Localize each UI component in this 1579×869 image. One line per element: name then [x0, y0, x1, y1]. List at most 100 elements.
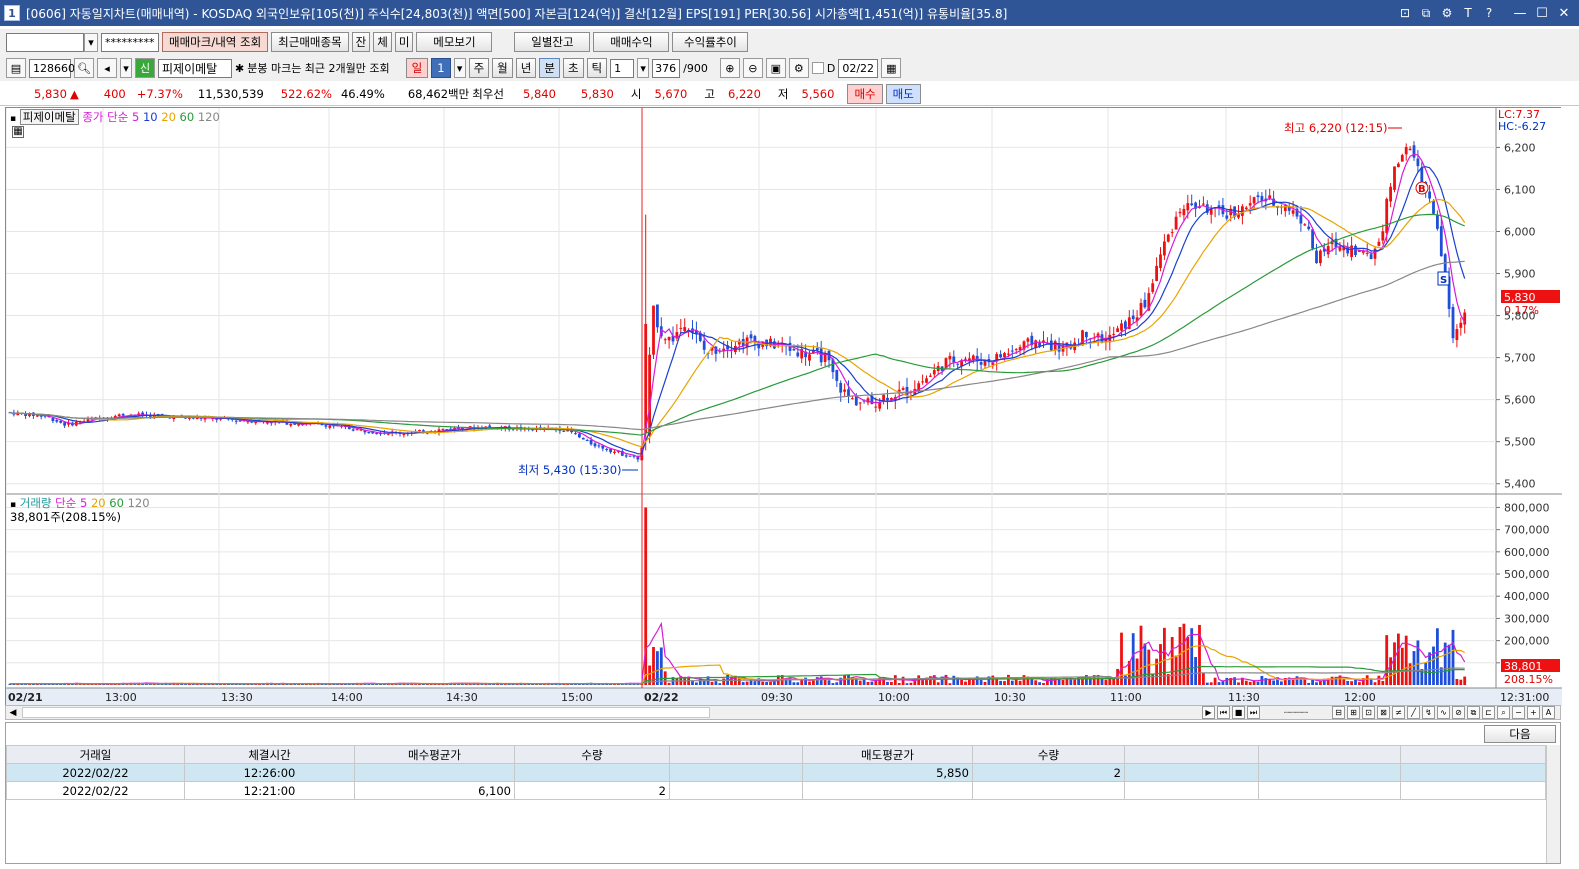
table-row[interactable]: 2022/02/22 12:26:00 5,850 2: [6, 763, 1546, 782]
execution-button[interactable]: 체: [373, 32, 392, 52]
ma5-line: [9, 153, 1466, 458]
interval-input[interactable]: 1: [610, 58, 635, 78]
count-input[interactable]: 376: [652, 58, 681, 78]
tool-f-icon[interactable]: ╱: [1407, 706, 1420, 719]
tool-e-icon[interactable]: ≠: [1392, 706, 1405, 719]
link-icon[interactable]: ⊡: [1397, 5, 1413, 21]
zoom-in-tool-icon[interactable]: ⊕: [719, 58, 740, 78]
volume-bar: [238, 684, 242, 685]
price-candle: [964, 358, 967, 360]
volume-bar: [952, 675, 956, 685]
volume-bar: [375, 684, 378, 685]
volume-tick-label: 300,000: [1504, 612, 1550, 625]
price-candle: [1439, 226, 1443, 257]
price-candle: [1385, 198, 1389, 233]
vol-ma20-line: [9, 645, 1465, 685]
price-candle: [683, 327, 687, 332]
account-dropdown-icon[interactable]: ▾: [84, 32, 98, 52]
calendar-icon[interactable]: ▦: [881, 58, 902, 78]
zoom-out-tool-icon[interactable]: ⊖: [742, 58, 763, 78]
price-candle: [1319, 250, 1322, 264]
interval-dropdown-icon[interactable]: ▾: [637, 58, 650, 78]
password-input[interactable]: *********: [101, 32, 159, 52]
tool-b-icon[interactable]: ⊞: [1347, 706, 1360, 719]
period-day-button[interactable]: 일: [405, 58, 429, 78]
volume-bar: [593, 684, 597, 685]
volume-bar: [893, 675, 897, 685]
tool-c-icon[interactable]: ⊡: [1362, 706, 1375, 719]
tool-i-icon[interactable]: ⊘: [1452, 706, 1465, 719]
unfilled-button[interactable]: 미: [394, 32, 414, 52]
font-icon[interactable]: T: [1460, 5, 1476, 21]
last-pct-label: 0.17%: [1504, 304, 1539, 317]
table-scrollbar[interactable]: [1546, 745, 1560, 863]
cell-buy-avg: [354, 763, 515, 782]
price-candle: [1166, 234, 1170, 242]
daily-balance-button[interactable]: 일별잔고: [514, 32, 591, 52]
period-second-button[interactable]: 초: [562, 58, 584, 78]
zoom-minus-icon[interactable]: −: [1512, 706, 1525, 719]
period-year-button[interactable]: 년: [515, 58, 537, 78]
speaker-icon[interactable]: ◂: [97, 58, 117, 78]
copy-window-icon[interactable]: ⧉: [1418, 5, 1434, 21]
chart-scrollbar[interactable]: ◀ ▶ ⏮ ■ ⏭ ┈┈┈┈┈ ⊟ ⊞ ⊡ ⊠ ≠ ╱ ↯ ∿ ⊘ ⧉ ⊏ ⌕ …: [5, 705, 1561, 720]
low-annotation: 최저 5,430 (15:30): [518, 463, 622, 477]
close-icon[interactable]: ✕: [1555, 4, 1573, 22]
period-minute-button[interactable]: 분: [539, 58, 560, 78]
volume-bar: [1412, 651, 1416, 685]
recent-trades-button[interactable]: 최근매매종목: [271, 32, 349, 52]
grid-icon[interactable]: ▦: [12, 126, 24, 138]
tool-k-icon[interactable]: ⊏: [1482, 706, 1495, 719]
account-input[interactable]: [6, 32, 84, 52]
date-input[interactable]: 02/22: [838, 58, 879, 78]
minimize-icon[interactable]: —: [1511, 4, 1529, 22]
trade-mark-button[interactable]: 매매마크/내역 조회: [162, 32, 269, 52]
price-candle: [609, 449, 612, 453]
scroll-right-icon[interactable]: ▶: [1202, 706, 1215, 719]
volume-bar: [1159, 644, 1162, 685]
balance-button[interactable]: 잔: [351, 32, 371, 52]
fast-forward-icon[interactable]: ⏭: [1247, 706, 1260, 719]
scroll-thumb[interactable]: [22, 707, 710, 718]
buy-button[interactable]: 매수: [847, 83, 883, 104]
cell-date: 2022/02/22: [6, 781, 185, 800]
gear-icon[interactable]: ⚙: [788, 58, 809, 78]
period-dropdown-icon[interactable]: ▾: [453, 58, 466, 78]
date-checkbox[interactable]: [811, 62, 824, 74]
col-sell-qty: 수량: [972, 745, 1125, 764]
auto-scale-icon[interactable]: A: [1542, 706, 1555, 719]
layout-icon[interactable]: ▤: [6, 58, 26, 78]
period-tick-button[interactable]: 틱: [586, 58, 608, 78]
rewind-icon[interactable]: ⏮: [1217, 706, 1230, 719]
stock-dropdown-icon[interactable]: ▾: [120, 58, 132, 78]
scroll-left-icon[interactable]: ◀: [6, 706, 20, 719]
zoom-slider-icon[interactable]: ┈┈┈┈┈: [1262, 706, 1330, 719]
next-button[interactable]: 다음: [1484, 725, 1556, 743]
stock-name-field[interactable]: 피제이메탈: [158, 58, 232, 78]
tool-j-icon[interactable]: ⧉: [1467, 706, 1480, 719]
stop-icon[interactable]: ■: [1232, 706, 1245, 719]
memo-button[interactable]: 메모보기: [416, 32, 493, 52]
trade-profit-button[interactable]: 매매수익: [593, 32, 670, 52]
period-count-field[interactable]: 1: [431, 58, 451, 78]
period-week-button[interactable]: 주: [468, 58, 490, 78]
tool-h-icon[interactable]: ∿: [1437, 706, 1450, 719]
return-trend-button[interactable]: 수익률추이: [672, 32, 749, 52]
sell-button[interactable]: 매도: [885, 83, 921, 104]
price-volume-chart[interactable]: 6,2006,1006,0005,9005,8005,7005,6005,500…: [6, 108, 1562, 706]
maximize-icon[interactable]: ☐: [1533, 4, 1551, 22]
price-candle: [1116, 328, 1119, 333]
tool-d-icon[interactable]: ⊠: [1377, 706, 1390, 719]
settings-icon[interactable]: ⚙: [1439, 5, 1455, 21]
tool-g-icon[interactable]: ↯: [1422, 706, 1435, 719]
stock-code-input[interactable]: 128660: [29, 58, 75, 78]
magnify-icon[interactable]: ⌕: [1497, 706, 1510, 719]
tool-a-icon[interactable]: ⊟: [1332, 706, 1345, 719]
zoom-plus-icon[interactable]: +: [1527, 706, 1540, 719]
table-row[interactable]: 2022/02/22 12:21:00 6,100 2: [6, 781, 1546, 800]
help-icon[interactable]: ?: [1481, 5, 1497, 21]
save-icon[interactable]: ▣: [765, 58, 786, 78]
search-icon[interactable]: 🔍︎: [74, 58, 94, 78]
period-month-button[interactable]: 월: [492, 58, 513, 78]
chart-panel[interactable]: 6,200 6,100 6,000 5,900 5,800 5,700 5,600 5,500…: [5, 107, 1562, 706]
